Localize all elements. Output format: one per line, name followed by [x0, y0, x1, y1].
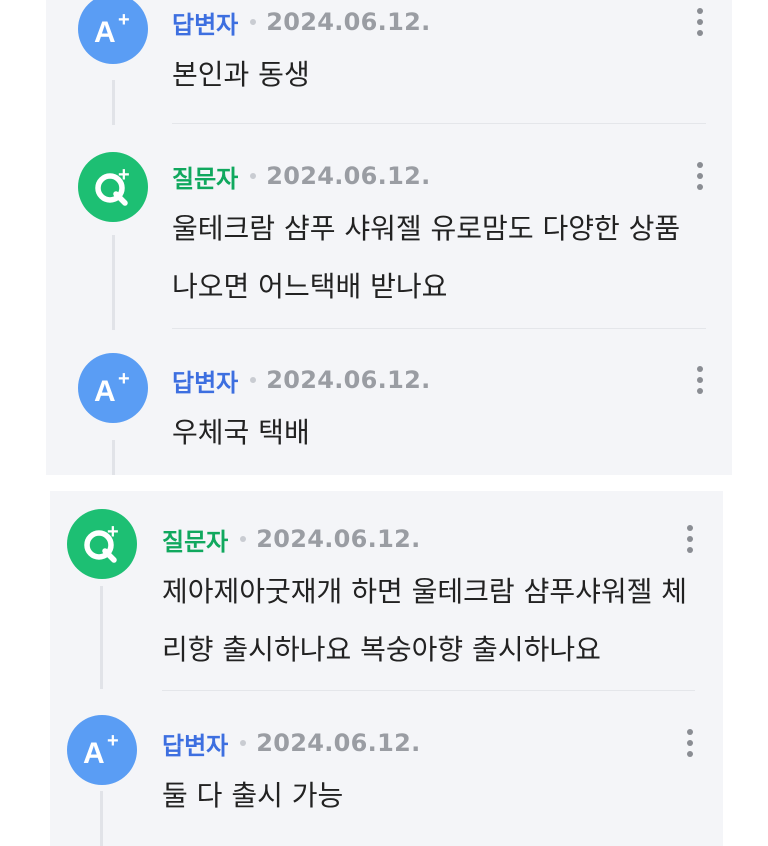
reply-date: 2024.06.12.: [256, 525, 421, 553]
reply-text: 제아제아굿재개 하면 울테크람 샴푸샤워젤 체 리향 출시하나요 복숭아향 출시…: [162, 563, 687, 679]
svg-text:+: +: [118, 368, 130, 390]
answer-avatar-icon: A +: [78, 353, 148, 423]
answer-avatar-icon: A +: [78, 0, 148, 64]
separator-dot: [240, 536, 247, 542]
svg-text:A: A: [94, 375, 116, 408]
thread-line: [112, 80, 115, 125]
separator-dot: [250, 19, 257, 25]
author-role: 질문자: [162, 527, 229, 556]
more-options-icon[interactable]: [692, 363, 708, 397]
reply-text: 우체국 택배: [172, 404, 310, 462]
question-avatar-icon: +: [67, 509, 137, 579]
reply-date: 2024.06.12.: [266, 366, 431, 394]
more-options-icon[interactable]: [692, 159, 708, 193]
reply-text-line: 나오면 어느택배 받나요: [172, 270, 448, 303]
divider: [162, 690, 695, 691]
question-avatar-icon: +: [78, 152, 148, 222]
svg-text:A: A: [83, 737, 105, 770]
reply-text-line: 리향 출시하나요 복숭아향 출시하나요: [162, 633, 601, 666]
reply-text-line: 둘 다 출시 가능: [162, 779, 344, 812]
thread-line: [112, 235, 115, 330]
reply-date: 2024.06.12.: [266, 162, 431, 190]
separator-dot: [250, 377, 257, 383]
thread-line: [112, 440, 115, 475]
author-role: 답변자: [162, 731, 229, 760]
svg-text:A: A: [94, 16, 116, 49]
more-options-icon[interactable]: [692, 5, 708, 39]
separator-dot: [240, 740, 247, 746]
more-options-icon[interactable]: [682, 522, 698, 556]
reply-text-line: 본인과 동생: [172, 58, 310, 91]
comment-thread-panel: A + 답변자 2024.06.12. 본인과 동생 + 질문자 2024.06.…: [46, 0, 732, 475]
divider: [172, 123, 706, 124]
answer-avatar-icon: A +: [67, 715, 137, 785]
more-options-icon[interactable]: [682, 726, 698, 760]
reply-date: 2024.06.12.: [266, 8, 431, 36]
svg-text:+: +: [107, 522, 119, 543]
author-role: 답변자: [172, 10, 239, 39]
reply-meta: 질문자 2024.06.12.: [162, 521, 421, 557]
reply-text-line: 울테크람 샴푸 샤워젤 유로맘도 다양한 상품: [172, 212, 681, 245]
reply-meta: 답변자 2024.06.12.: [172, 4, 431, 40]
reply-text-line: 제아제아굿재개 하면 울테크람 샴푸샤워젤 체: [162, 575, 688, 608]
svg-text:+: +: [107, 730, 119, 752]
reply-text: 본인과 동생: [172, 46, 310, 104]
thread-line: [100, 791, 103, 846]
reply-meta: 답변자 2024.06.12.: [162, 725, 421, 761]
reply-text: 울테크람 샴푸 샤워젤 유로맘도 다양한 상품 나오면 어느택배 받나요: [172, 200, 680, 316]
reply-meta: 답변자 2024.06.12.: [172, 362, 431, 398]
thread-line: [100, 586, 103, 689]
svg-text:+: +: [118, 9, 130, 31]
reply-text-line: 우체국 택배: [172, 416, 310, 449]
reply-meta: 질문자 2024.06.12.: [172, 158, 431, 194]
author-role: 질문자: [172, 164, 239, 193]
comment-thread-panel: + 질문자 2024.06.12. 제아제아굿재개 하면 울테크람 샴푸샤워젤 …: [50, 491, 723, 846]
separator-dot: [250, 173, 257, 179]
svg-text:+: +: [118, 165, 130, 186]
reply-date: 2024.06.12.: [256, 729, 421, 757]
author-role: 답변자: [172, 368, 239, 397]
divider: [172, 328, 706, 329]
reply-text: 둘 다 출시 가능: [162, 767, 343, 825]
